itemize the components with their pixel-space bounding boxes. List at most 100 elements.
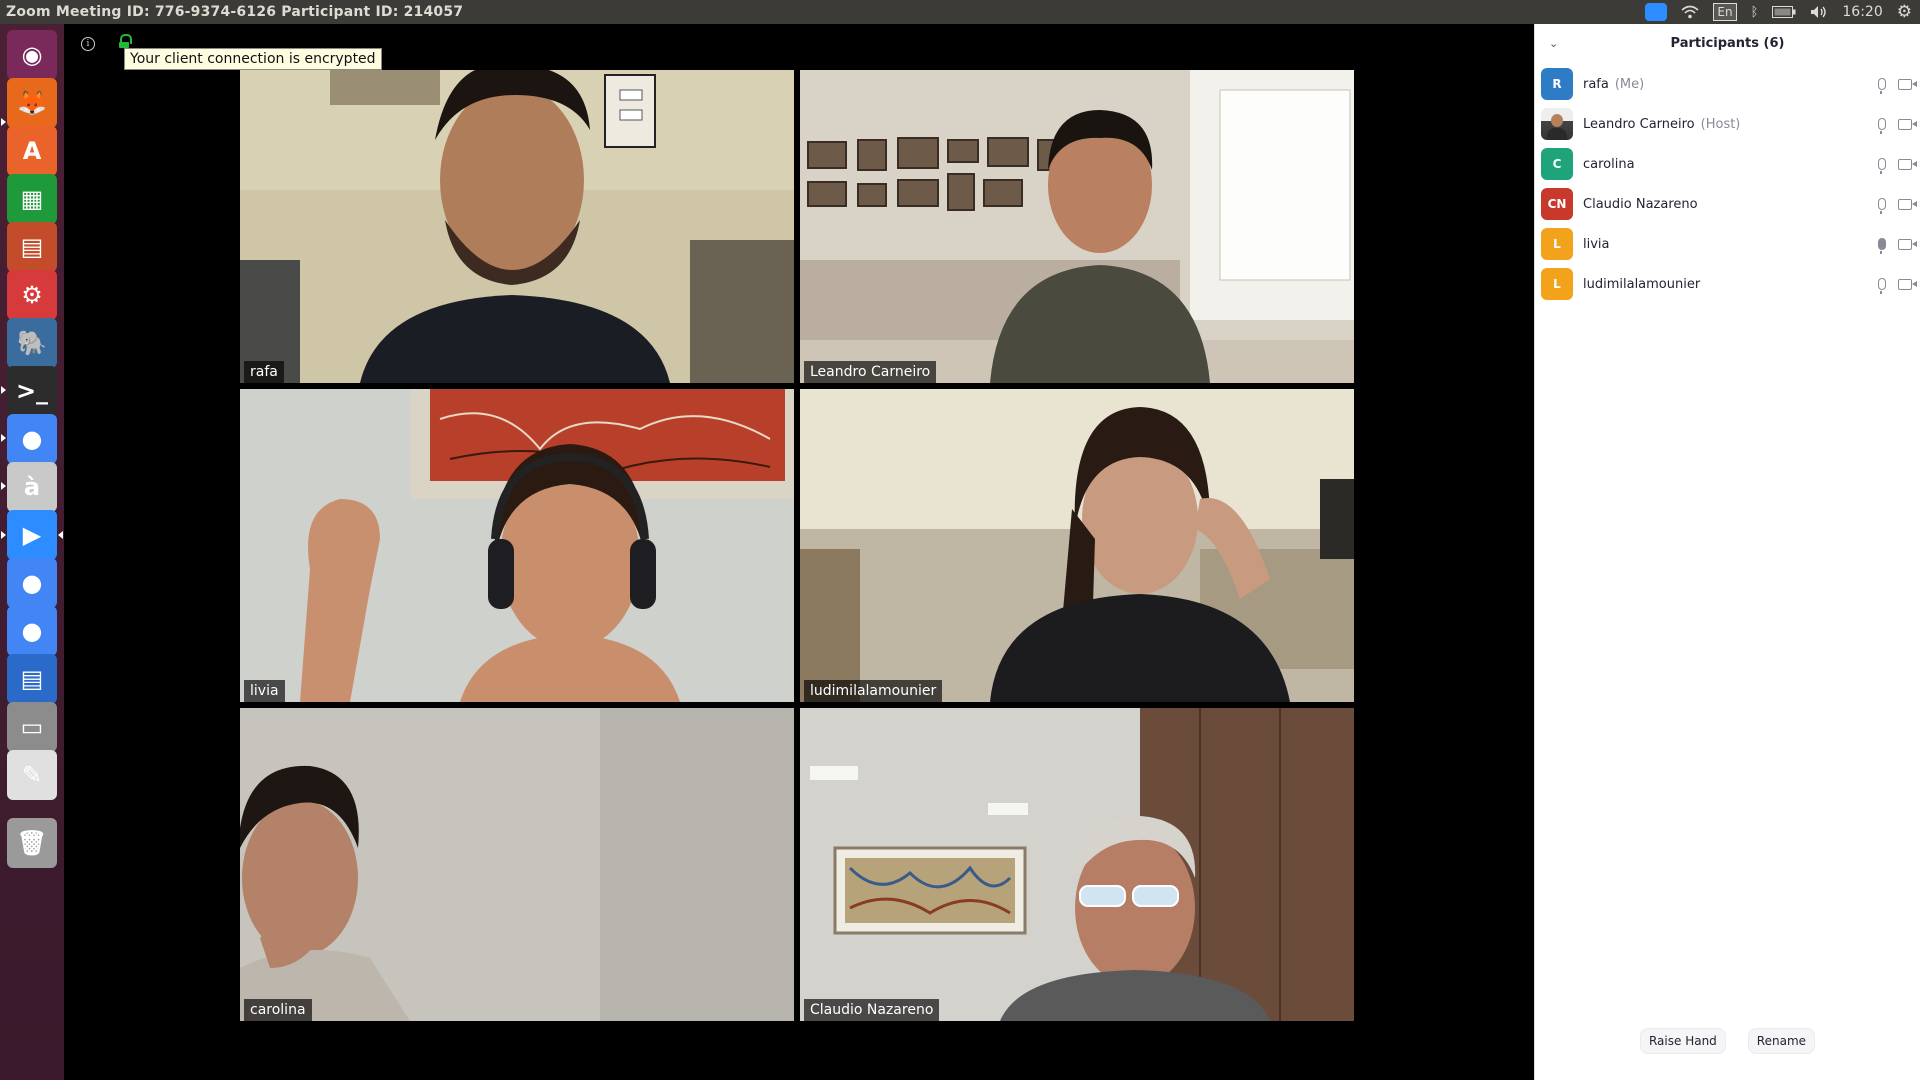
video-camera-icon: [1898, 198, 1917, 210]
clock[interactable]: 16:20: [1842, 2, 1882, 22]
avatar: CN: [1541, 188, 1573, 220]
wifi-icon[interactable]: [1681, 2, 1699, 22]
battery-icon[interactable]: [1772, 2, 1796, 22]
chevron-down-icon[interactable]: ⌄: [1549, 24, 1558, 64]
participant-status-icons: [1878, 184, 1917, 224]
meeting-video-area: i Your client connection is encrypted ra…: [64, 24, 1534, 1080]
video-camera-icon: [1898, 118, 1917, 130]
libreoffice-writer-glyph: ▤: [20, 665, 44, 693]
rename-button[interactable]: Rename: [1747, 1028, 1816, 1054]
participant-name-label: rafa: [244, 361, 284, 383]
launcher-text-editor-icon[interactable]: ✎: [7, 750, 57, 800]
participant-row[interactable]: Leandro Carneiro (Host): [1535, 104, 1920, 144]
video-feed: [800, 708, 1354, 1021]
participant-name: livia: [1583, 236, 1610, 252]
microphone-icon: [1878, 238, 1886, 254]
zoom-tray-icon[interactable]: [1645, 2, 1668, 22]
participant-row[interactable]: CN Claudio Nazareno: [1535, 184, 1920, 224]
window-title: Zoom Meeting ID: 776-9374-6126 Participa…: [6, 4, 464, 20]
launcher-system-settings-icon[interactable]: ⚙: [7, 270, 57, 320]
system-tray: En ᛒ 16:20 ⚙: [1645, 2, 1920, 22]
launcher-firefox-icon[interactable]: 🦊: [7, 78, 57, 128]
participants-title: Participants (6): [1670, 36, 1785, 51]
video-camera-icon: [1898, 238, 1917, 250]
libreoffice-calc-glyph: ▦: [20, 185, 44, 213]
participants-header: ⌄ Participants (6): [1535, 24, 1920, 64]
video-tile[interactable]: Leandro Carneiro: [800, 70, 1354, 383]
video-feed: [240, 708, 794, 1021]
launcher-sidebar: ◉ 🦊 A ▦ ▤ ⚙ 🐘 >_ ● à ▶ ● ● ▤ ▭ ✎ 🗑: [0, 24, 65, 1080]
launcher-ubuntu-dash-icon[interactable]: ◉: [7, 30, 57, 80]
launcher-terminal-icon[interactable]: >_: [7, 366, 57, 416]
microphone-icon: [1878, 158, 1886, 174]
participant-role-tag: (Me): [1614, 76, 1645, 92]
participant-row[interactable]: Llivia: [1535, 224, 1920, 264]
participants-footer: Raise Hand Rename: [1535, 1028, 1920, 1080]
participant-name: carolina: [1583, 156, 1635, 172]
encryption-tooltip: Your client connection is encrypted: [124, 48, 382, 70]
participant-status-icons: [1878, 64, 1917, 104]
video-tile[interactable]: rafa: [240, 70, 794, 383]
participant-role-tag: (Host): [1700, 116, 1741, 132]
video-tile[interactable]: livia: [240, 389, 794, 702]
raise-hand-button[interactable]: Raise Hand: [1639, 1028, 1726, 1054]
launcher-libreoffice-impress-icon[interactable]: ▤: [7, 222, 57, 272]
participant-row[interactable]: Ccarolina: [1535, 144, 1920, 184]
running-indicator: [1, 118, 6, 126]
chrome-2-glyph: ●: [21, 569, 43, 597]
microphone-icon: [1878, 278, 1886, 294]
avatar: L: [1541, 268, 1573, 300]
keyboard-language-icon[interactable]: En: [1713, 3, 1737, 21]
video-feed: [800, 70, 1354, 383]
video-tile[interactable]: Claudio Nazareno: [800, 708, 1354, 1021]
participants-list: Rrafa (Me) Leandro Carneiro (Host) Ccarolina…: [1535, 64, 1920, 304]
launcher-libreoffice-writer-icon[interactable]: ▤: [7, 654, 57, 704]
running-indicator: [1, 434, 6, 442]
volume-icon[interactable]: [1810, 2, 1828, 22]
participant-name-label: livia: [244, 680, 285, 702]
video-feed: [240, 389, 794, 702]
launcher-software-center-icon[interactable]: A: [7, 126, 57, 176]
encryption-lock-icon[interactable]: [119, 34, 132, 48]
avatar: R: [1541, 68, 1573, 100]
launcher-files-icon[interactable]: ▭: [7, 702, 57, 752]
participant-name: Claudio Nazareno: [1583, 196, 1698, 212]
video-camera-icon: [1898, 278, 1917, 290]
microphone-icon: [1878, 198, 1886, 214]
participant-name-label: Claudio Nazareno: [804, 999, 940, 1021]
launcher-zoom-icon[interactable]: ▶: [7, 510, 57, 560]
launcher-trash-icon[interactable]: 🗑: [7, 818, 57, 868]
participant-status-icons: [1878, 224, 1917, 264]
software-center-glyph: A: [22, 137, 42, 165]
avatar: C: [1541, 148, 1573, 180]
participant-status-icons: [1878, 144, 1917, 184]
participant-name-label: carolina: [244, 999, 312, 1021]
participant-row[interactable]: Lludimilalamounier: [1535, 264, 1920, 304]
firefox-glyph: 🦊: [17, 89, 47, 117]
microphone-icon: [1878, 118, 1886, 134]
launcher-character-map-icon[interactable]: à: [7, 462, 57, 512]
launcher-chrome-3-icon[interactable]: ●: [7, 606, 57, 656]
bluetooth-icon[interactable]: ᛒ: [1751, 2, 1759, 22]
trash-glyph: 🗑: [16, 829, 48, 857]
participant-name-label: ludimilalamounier: [804, 680, 943, 702]
launcher-pgadmin-icon[interactable]: 🐘: [7, 318, 57, 368]
terminal-glyph: >_: [15, 377, 49, 405]
system-settings-glyph: ⚙: [21, 281, 43, 309]
launcher-chrome-icon[interactable]: ●: [7, 414, 57, 464]
video-tile[interactable]: ludimilalamounier: [800, 389, 1354, 702]
video-camera-icon: [1898, 78, 1917, 90]
ubuntu-dash-glyph: ◉: [21, 41, 43, 69]
participant-name: Leandro Carneiro: [1583, 116, 1695, 132]
video-tile[interactable]: carolina: [240, 708, 794, 1021]
libreoffice-impress-glyph: ▤: [20, 233, 44, 261]
participant-row[interactable]: Rrafa (Me): [1535, 64, 1920, 104]
chrome-glyph: ●: [21, 425, 43, 453]
launcher-chrome-2-icon[interactable]: ●: [7, 558, 57, 608]
text-editor-glyph: ✎: [21, 761, 43, 789]
launcher-libreoffice-calc-icon[interactable]: ▦: [7, 174, 57, 224]
meeting-info-icon[interactable]: i: [81, 37, 95, 51]
settings-gear-icon[interactable]: ⚙: [1897, 2, 1912, 22]
running-indicator: [1, 531, 6, 539]
top-system-bar: Zoom Meeting ID: 776-9374-6126 Participa…: [0, 0, 1920, 24]
